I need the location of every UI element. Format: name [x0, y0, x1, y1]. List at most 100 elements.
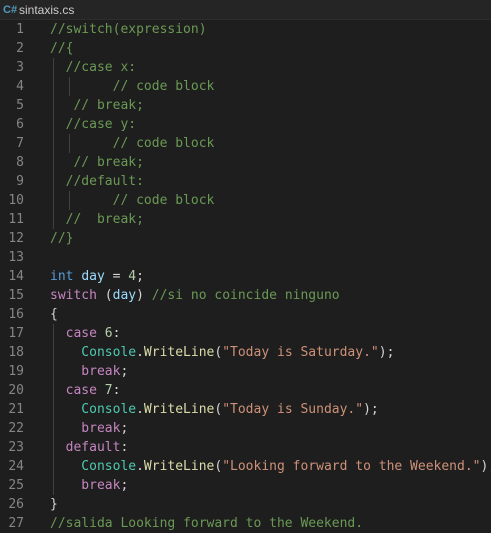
line-number: 13 — [8, 250, 24, 265]
code-line[interactable]: 9 //default: — [0, 172, 491, 191]
line-code: // code block — [50, 191, 215, 210]
line-number: 12 — [8, 231, 24, 246]
line-number: 15 — [8, 288, 24, 303]
code-token: day — [81, 269, 105, 284]
code-token: ); — [378, 345, 395, 360]
editor-tab[interactable]: C# sintaxis.cs — [0, 0, 491, 20]
code-token: . — [136, 459, 144, 474]
code-line[interactable]: 15 switch (day) //si no coincide ninguno — [0, 286, 491, 305]
line-number: 2 — [16, 41, 24, 56]
code-line[interactable]: 17 case 6: — [0, 324, 491, 343]
code-token: case — [50, 326, 97, 341]
code-line[interactable]: 13 — [0, 248, 491, 267]
code-line[interactable]: 23 default: — [0, 438, 491, 457]
line-number: 9 — [16, 174, 24, 189]
code-line[interactable]: 21 Console.WriteLine("Today is Sunday.")… — [0, 400, 491, 419]
line-code: //{ — [50, 39, 73, 58]
line-code: break; — [50, 362, 128, 381]
code-line[interactable]: 20 case 7: — [0, 381, 491, 400]
line-number: 21 — [8, 402, 24, 417]
code-token: switch — [50, 288, 97, 303]
code-token: break — [50, 421, 121, 436]
code-line[interactable]: 2 //{ — [0, 39, 491, 58]
line-number: 27 — [8, 516, 24, 531]
code-token: ; — [120, 421, 129, 436]
code-token: 7 — [104, 383, 113, 398]
code-token: Console — [50, 402, 137, 417]
code-editor[interactable]: 1 //switch(expression) 2 //{ 3 //case x: 4 //… — [0, 20, 491, 533]
line-number: 11 — [8, 212, 24, 227]
code-token: default — [50, 440, 121, 455]
line-code: { — [50, 305, 58, 324]
code-token: "Looking forward to the Weekend." — [222, 459, 481, 474]
code-token: : — [112, 383, 121, 398]
code-token: ); — [480, 459, 491, 474]
code-line[interactable]: 10 // code block — [0, 191, 491, 210]
line-number: 14 — [8, 269, 24, 284]
code-token: . — [136, 345, 144, 360]
line-code: break; — [50, 476, 128, 495]
line-number: 20 — [8, 383, 24, 398]
code-line[interactable]: 4 // code block — [0, 77, 491, 96]
code-line[interactable]: 26} — [0, 495, 491, 514]
code-line[interactable]: 14 int day = 4; — [0, 267, 491, 286]
code-line[interactable]: 25 break; — [0, 476, 491, 495]
code-line[interactable]: 6 //case y: — [0, 115, 491, 134]
line-number: 25 — [8, 478, 24, 493]
code-token: : — [112, 326, 121, 341]
code-line[interactable]: 27 //salida Looking forward to the Weeken… — [0, 514, 491, 533]
code-token: "Today is Saturday." — [222, 345, 379, 360]
code-token: break — [50, 364, 121, 379]
code-token: ); — [363, 402, 379, 417]
code-token: ; — [120, 364, 129, 379]
code-token: . — [136, 402, 144, 417]
line-number: 5 — [16, 98, 24, 113]
code-token: //{ — [50, 41, 74, 56]
code-line[interactable]: 11 // break; — [0, 210, 491, 229]
code-line[interactable]: 12 //} — [0, 229, 491, 248]
code-token: : — [120, 440, 129, 455]
code-token: WriteLine — [143, 459, 215, 474]
line-number: 8 — [16, 155, 24, 170]
line-number: 17 — [8, 326, 24, 341]
code-token: //} — [50, 231, 74, 246]
code-line[interactable]: 18 Console.WriteLine("Today is Saturday.… — [0, 343, 491, 362]
line-number: 22 — [8, 421, 24, 436]
line-number: 24 — [8, 459, 24, 474]
code-token: int — [50, 269, 74, 284]
line-code: break; — [50, 419, 128, 438]
code-line[interactable]: 7 // code block — [0, 134, 491, 153]
line-code: //switch(expression) — [50, 20, 207, 39]
code-token: Console — [50, 459, 137, 474]
line-number: 16 — [8, 307, 24, 322]
code-line[interactable]: 22 break; — [0, 419, 491, 438]
line-code: //} — [50, 229, 73, 248]
code-line[interactable]: 8 // break; — [0, 153, 491, 172]
line-number: 1 — [16, 22, 24, 37]
line-code: switch (day) //si no coincide ninguno — [50, 286, 340, 305]
code-line[interactable]: 16 { — [0, 305, 491, 324]
code-token: //default: — [50, 174, 144, 189]
code-token: //case x: — [50, 60, 137, 75]
code-token: { — [50, 307, 58, 322]
code-token: //si no coincide ninguno — [151, 288, 340, 303]
line-code: //salida Looking forward to the Weekend. — [50, 514, 363, 533]
line-code: //case x: — [50, 58, 136, 77]
code-token: // break; — [50, 155, 144, 170]
code-token: "Today is Sunday." — [222, 402, 364, 417]
code-line[interactable]: 19 break; — [0, 362, 491, 381]
code-token: = — [104, 269, 129, 284]
code-line[interactable]: 5 // break; — [0, 96, 491, 115]
csharp-icon: C# — [3, 3, 18, 16]
code-line[interactable]: 3 //case x: — [0, 58, 491, 77]
code-line[interactable]: 24 Console.WriteLine("Looking forward to… — [0, 457, 491, 476]
line-code: case 7: — [50, 381, 121, 400]
line-code: // break; — [50, 96, 144, 115]
tab-title: sintaxis.cs — [19, 2, 75, 17]
code-line[interactable]: 1 //switch(expression) — [0, 20, 491, 39]
code-token: // break; — [50, 98, 144, 113]
code-token: ) — [136, 288, 152, 303]
line-code: } — [50, 495, 58, 514]
